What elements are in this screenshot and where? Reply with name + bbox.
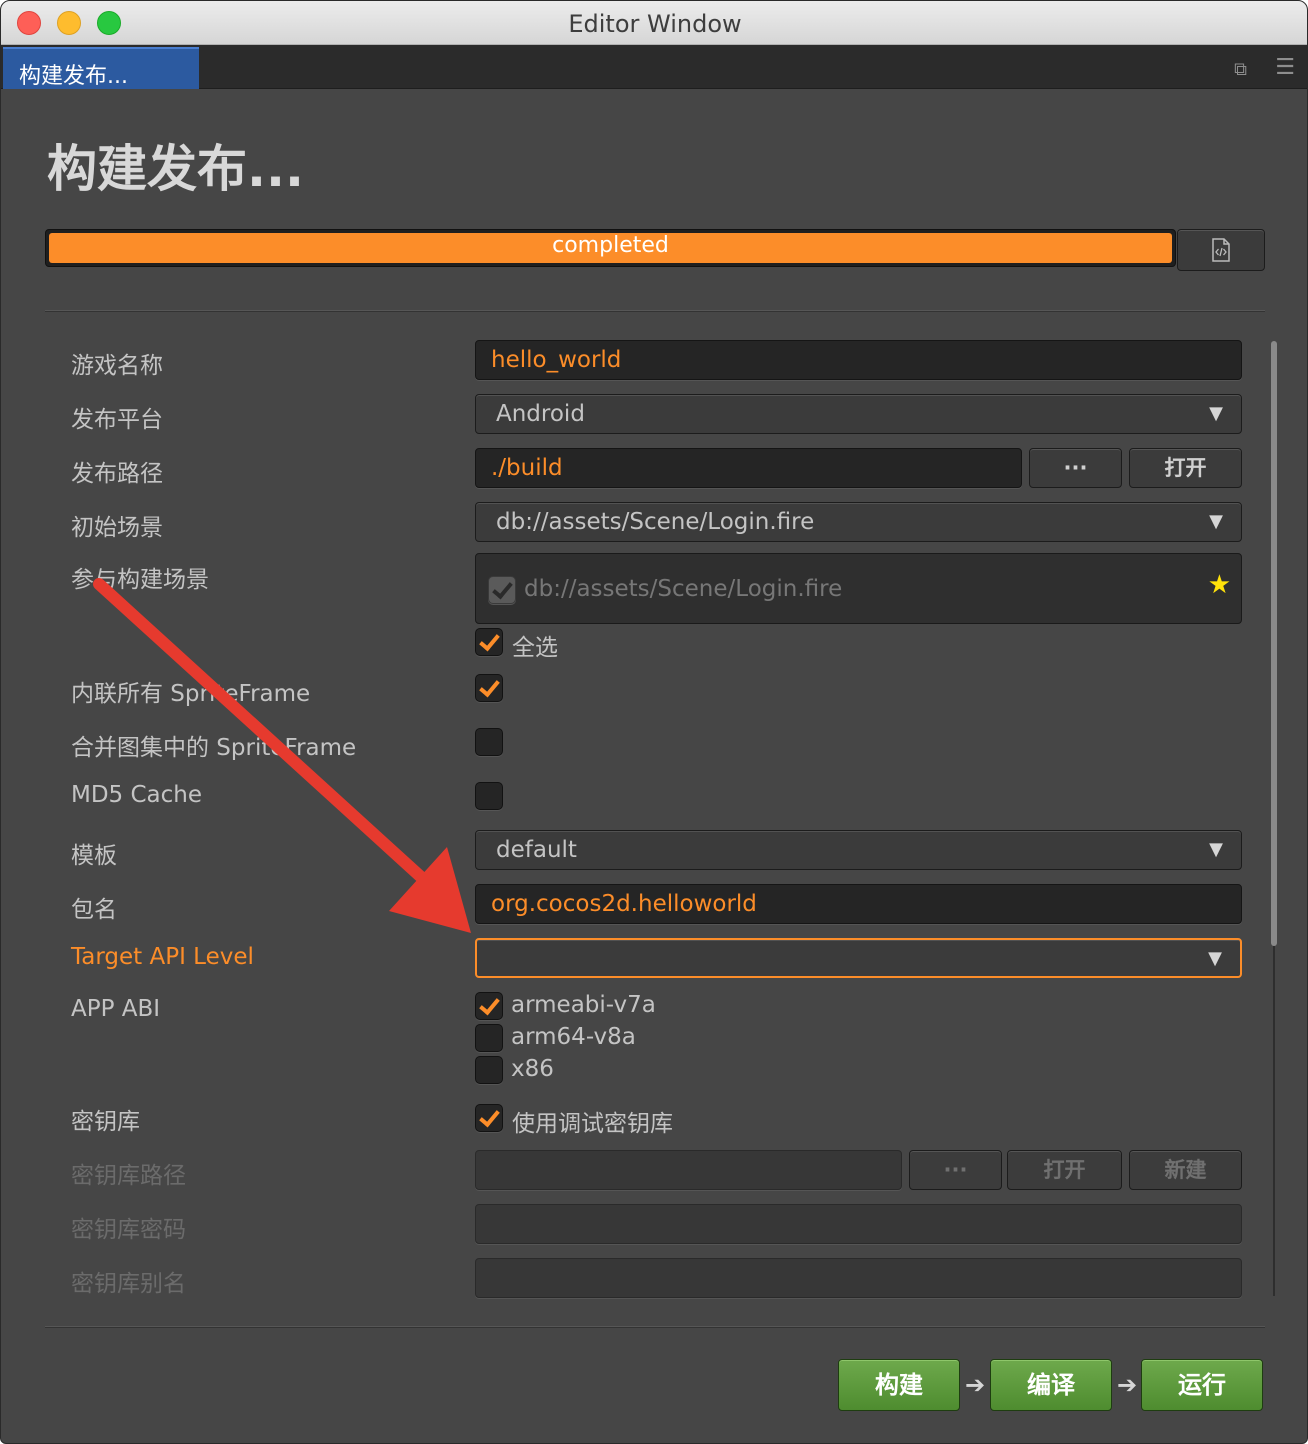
dropdown-caret-icon: ▼ [1209, 511, 1223, 532]
run-button[interactable]: 运行 [1141, 1359, 1263, 1411]
package-name-label: 包名 [71, 897, 117, 923]
title-bar: Editor Window [1, 1, 1307, 45]
keystore-browse-button[interactable]: ··· [909, 1150, 1002, 1190]
platform-select[interactable]: Android ▼ [475, 394, 1242, 434]
open-log-button[interactable] [1177, 229, 1265, 271]
tab-strip: 构建发布... ⧉ ☰ [1, 45, 1307, 89]
build-button[interactable]: 构建 [838, 1359, 960, 1411]
abi-armeabi-v7a-checkbox[interactable] [475, 992, 503, 1020]
debug-keystore-label: 使用调试密钥库 [512, 1111, 673, 1137]
popout-icon[interactable]: ⧉ [1234, 59, 1247, 80]
dropdown-caret-icon: ▼ [1209, 403, 1223, 424]
merge-spriteframe-checkbox[interactable] [475, 728, 503, 756]
game-name-input[interactable]: hello_world [475, 340, 1242, 380]
arrow-right-icon: ➔ [1117, 1371, 1138, 1399]
package-name-input[interactable]: org.cocos2d.helloworld [475, 884, 1242, 924]
template-select[interactable]: default ▼ [475, 830, 1242, 870]
inline-spriteframe-label: 内联所有 SpriteFrame [71, 681, 311, 707]
template-value: default [496, 837, 577, 863]
keystore-password-label: 密钥库密码 [71, 1217, 186, 1243]
platform-label: 发布平台 [71, 407, 163, 433]
target-api-label: Target API Level [71, 944, 254, 970]
start-scene-label: 初始场景 [71, 515, 163, 541]
abi-x86-checkbox[interactable] [475, 1056, 503, 1084]
divider [45, 1326, 1265, 1328]
select-all-checkbox[interactable] [475, 628, 503, 656]
abi-option-label: arm64-v8a [511, 1024, 636, 1050]
template-label: 模板 [71, 843, 117, 869]
abi-option-label: armeabi-v7a [511, 992, 656, 1018]
build-path-label: 发布路径 [71, 461, 163, 487]
compile-button[interactable]: 编译 [990, 1359, 1112, 1411]
platform-value: Android [496, 401, 585, 427]
target-api-select[interactable]: ▼ [475, 938, 1242, 978]
start-scene-value: db://assets/Scene/Login.fire [496, 509, 815, 535]
md5-cache-label: MD5 Cache [71, 782, 203, 808]
keystore-password-input[interactable] [475, 1204, 1242, 1244]
keystore-new-button[interactable]: 新建 [1129, 1150, 1242, 1190]
game-name-label: 游戏名称 [71, 353, 163, 379]
abi-option-label: x86 [511, 1056, 554, 1082]
progress-status: completed [552, 233, 669, 258]
tab-build[interactable]: 构建发布... [3, 47, 199, 89]
dropdown-caret-icon: ▼ [1208, 948, 1222, 969]
build-path-browse-button[interactable]: ··· [1029, 448, 1122, 488]
app-abi-label: APP ABI [71, 996, 161, 1022]
build-progress-bar: completed [45, 229, 1176, 267]
included-scenes-label: 参与构建场景 [71, 567, 209, 593]
merge-spriteframe-label: 合并图集中的 SpriteFrame [71, 735, 357, 761]
keystore-alias-label: 密钥库别名 [71, 1271, 186, 1297]
inline-spriteframe-checkbox[interactable] [475, 674, 503, 702]
keystore-alias-input[interactable] [475, 1258, 1242, 1298]
build-path-open-button[interactable]: 打开 [1129, 448, 1242, 488]
keystore-path-input[interactable] [475, 1150, 902, 1190]
start-scene-select[interactable]: db://assets/Scene/Login.fire ▼ [475, 502, 1242, 542]
keystore-open-button[interactable]: 打开 [1007, 1150, 1122, 1190]
build-path-input[interactable]: ./build [475, 448, 1022, 488]
md5-cache-checkbox[interactable] [475, 782, 503, 810]
arrow-right-icon: ➔ [965, 1371, 986, 1399]
page-title: 构建发布... [47, 140, 304, 198]
star-icon[interactable]: ★ [1208, 570, 1231, 600]
scene-item: db://assets/Scene/Login.fire [524, 576, 843, 602]
keystore-path-label: 密钥库路径 [71, 1163, 186, 1189]
scrollbar-track[interactable] [1273, 946, 1275, 1296]
menu-icon[interactable]: ☰ [1275, 55, 1295, 80]
editor-window: Editor Window 构建发布... ⧉ ☰ 构建发布... comple… [0, 0, 1308, 1444]
scene-checkbox [488, 576, 516, 604]
keystore-label: 密钥库 [71, 1109, 140, 1135]
dropdown-caret-icon: ▼ [1209, 839, 1223, 860]
document-code-icon [1212, 238, 1230, 262]
scrollbar-thumb[interactable] [1271, 341, 1277, 946]
window-title: Editor Window [568, 10, 742, 38]
scene-list: db://assets/Scene/Login.fire ★ [475, 553, 1242, 624]
divider [45, 310, 1265, 312]
abi-arm64-v8a-checkbox[interactable] [475, 1024, 503, 1052]
debug-keystore-checkbox[interactable] [475, 1104, 503, 1132]
select-all-label: 全选 [512, 635, 558, 661]
